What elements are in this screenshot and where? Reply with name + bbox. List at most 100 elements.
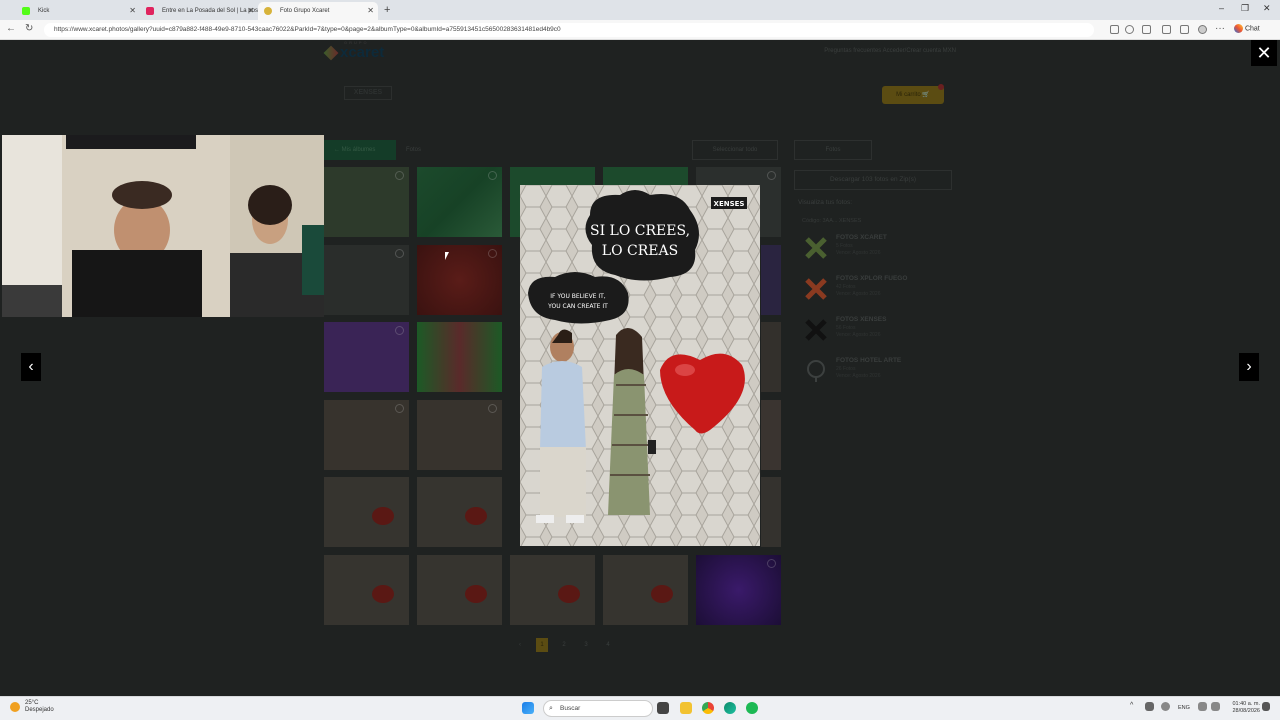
refresh-ext-icon[interactable] <box>1142 25 1151 34</box>
photo-thumbnail[interactable] <box>417 555 502 625</box>
fotos-button[interactable]: Fotos <box>794 140 872 160</box>
album-xenses[interactable]: FOTOS XENSES 56 Fotos Vence: Agosto 2026 <box>804 316 964 348</box>
tab-posada[interactable]: Entre en La Posada del Sol | La pos ✕ <box>140 2 258 20</box>
select-circle-icon[interactable] <box>488 249 497 258</box>
heart-shape <box>558 585 580 603</box>
close-tab-icon[interactable]: ✕ <box>247 2 254 20</box>
favorite-star-icon[interactable] <box>1125 25 1134 34</box>
tray-app-icon[interactable] <box>1145 702 1154 711</box>
album-meta: 56 Fotos Vence: Agosto 2026 <box>836 325 881 338</box>
photo-thumbnail[interactable] <box>417 477 502 547</box>
select-circle-icon[interactable] <box>488 404 497 413</box>
close-tab-icon[interactable]: ✕ <box>129 2 136 20</box>
minimize-icon[interactable]: – <box>1219 3 1224 13</box>
page-1[interactable]: 1 <box>536 638 548 652</box>
tab-title: Entre en La Posada del Sol | La pos <box>162 8 258 14</box>
photo-thumbnail[interactable] <box>324 322 409 392</box>
more-menu-icon[interactable]: ··· <box>1215 23 1225 34</box>
sign-es-line1: SI LO CREES, <box>590 223 690 239</box>
tab-kick[interactable]: Kick ✕ <box>16 2 140 20</box>
weather-widget[interactable]: 25°C Despejado <box>25 700 54 714</box>
taskbar: 25°C Despejado ⌕ Buscar ^ ENG 01:40 a. m… <box>0 696 1280 720</box>
chrome-icon[interactable] <box>702 702 714 714</box>
photo-thumbnail[interactable] <box>324 245 409 315</box>
pagination: ‹ 1 2 3 4 <box>514 638 624 652</box>
page-3[interactable]: 3 <box>580 638 592 652</box>
photo-image: SI LO CREES, LO CREAS IF YOU BELIEVE IT,… <box>520 185 760 546</box>
language-indicator[interactable]: ENG <box>1178 705 1190 711</box>
file-explorer-icon[interactable] <box>680 702 692 714</box>
top-nav[interactable]: Preguntas frecuentes Acceder/Crear cuent… <box>824 48 956 54</box>
xcaret-logo[interactable]: GRUPO xcaret <box>323 40 384 61</box>
photo-thumbnail[interactable] <box>417 322 502 392</box>
photo-thumbnail[interactable] <box>761 400 781 470</box>
close-tab-icon[interactable]: ✕ <box>367 2 374 20</box>
photo-thumbnail[interactable] <box>417 400 502 470</box>
reload-icon[interactable]: ↻ <box>25 23 33 34</box>
windows-start-icon[interactable] <box>522 702 534 714</box>
volume-icon[interactable] <box>1211 702 1220 711</box>
tab-xcaret[interactable]: Foto Grupo Xcaret ✕ <box>258 2 378 20</box>
prev-photo-button[interactable]: ‹ <box>21 353 41 381</box>
select-circle-icon[interactable] <box>395 404 404 413</box>
select-circle-icon[interactable] <box>767 559 776 568</box>
new-tab-button[interactable]: + <box>384 3 390 17</box>
close-window-icon[interactable]: ✕ <box>1263 3 1271 14</box>
network-icon[interactable] <box>1198 702 1207 711</box>
my-albums-button[interactable]: ← Mis álbumes <box>324 140 396 160</box>
close-lightbox-button[interactable]: ✕ <box>1251 40 1277 66</box>
select-circle-icon[interactable] <box>395 326 404 335</box>
back-icon[interactable]: ← <box>6 23 16 34</box>
photo-thumbnail[interactable] <box>324 477 409 547</box>
copilot-chat-button[interactable]: Chat <box>1234 24 1260 33</box>
photo-thumbnail[interactable] <box>324 555 409 625</box>
album-meta: 42 Fotos Vence: Agosto 2026 <box>836 284 881 297</box>
cart-button[interactable]: Mi carrito 🛒 <box>882 86 944 104</box>
clock[interactable]: 01:40 a. m. 28/08/2026 <box>1232 701 1260 715</box>
page-2[interactable]: 2 <box>558 638 570 652</box>
search-icon: ⌕ <box>549 705 553 712</box>
microphone-icon[interactable] <box>1161 702 1170 711</box>
photo-thumbnail[interactable] <box>603 555 688 625</box>
photo-thumbnail[interactable] <box>324 167 409 237</box>
url-field[interactable]: https://www.xcaret.photos/gallery?uuid=c… <box>44 23 1094 37</box>
spotify-icon[interactable] <box>746 702 758 714</box>
clock-time: 01:40 a. m. <box>1232 701 1260 707</box>
select-circle-icon[interactable] <box>488 171 497 180</box>
edge-icon[interactable] <box>724 702 736 714</box>
reader-icon[interactable] <box>1110 25 1119 34</box>
tray-chevron-icon[interactable]: ^ <box>1130 702 1133 709</box>
profile-avatar[interactable] <box>1198 25 1207 34</box>
favorites-icon[interactable] <box>1180 25 1189 34</box>
extension-icon[interactable] <box>1162 25 1171 34</box>
photo-thumbnail[interactable] <box>761 477 781 547</box>
album-xplor-fuego[interactable]: FOTOS XPLOR FUEGO 42 Fotos Vence: Agosto… <box>804 275 964 307</box>
select-all-button[interactable]: Seleccionar todo <box>692 140 778 160</box>
photo-thumbnail[interactable] <box>510 555 595 625</box>
xplor-fuego-album-icon <box>805 278 827 300</box>
album-xcaret[interactable]: FOTOS XCARET 5 Fotos Vence: Agosto 2026 <box>804 234 964 266</box>
photo-thumbnail[interactable] <box>417 167 502 237</box>
youtube-favicon-icon <box>146 7 154 15</box>
photo-thumbnail[interactable] <box>761 245 781 315</box>
page-prev[interactable]: ‹ <box>514 638 526 652</box>
sign-en-line1: IF YOU BELIEVE IT, <box>550 293 606 300</box>
breadcrumb[interactable]: Fotos <box>406 147 421 153</box>
logo-group-text: GRUPO <box>344 40 369 45</box>
restore-icon[interactable]: ❐ <box>1241 3 1249 14</box>
download-zip-button[interactable]: Descargar 103 fotos en Zip(s) <box>794 170 952 190</box>
select-circle-icon[interactable] <box>395 171 404 180</box>
photo-thumbnail[interactable] <box>324 400 409 470</box>
photo-thumbnail[interactable] <box>696 555 781 625</box>
page-4[interactable]: 4 <box>602 638 614 652</box>
next-photo-button[interactable]: › <box>1239 353 1259 381</box>
photo-thumbnail[interactable] <box>417 245 502 315</box>
chat-label: Chat <box>1244 25 1260 33</box>
album-hotel-arte[interactable]: FOTOS HOTEL ARTE 26 Fotos Vence: Agosto … <box>804 357 964 389</box>
taskbar-search[interactable]: ⌕ Buscar <box>543 700 653 717</box>
photo-thumbnail[interactable] <box>761 322 781 392</box>
select-circle-icon[interactable] <box>395 249 404 258</box>
task-view-icon[interactable] <box>657 702 669 714</box>
notification-bell-icon[interactable] <box>1262 702 1270 711</box>
select-circle-icon[interactable] <box>767 171 776 180</box>
